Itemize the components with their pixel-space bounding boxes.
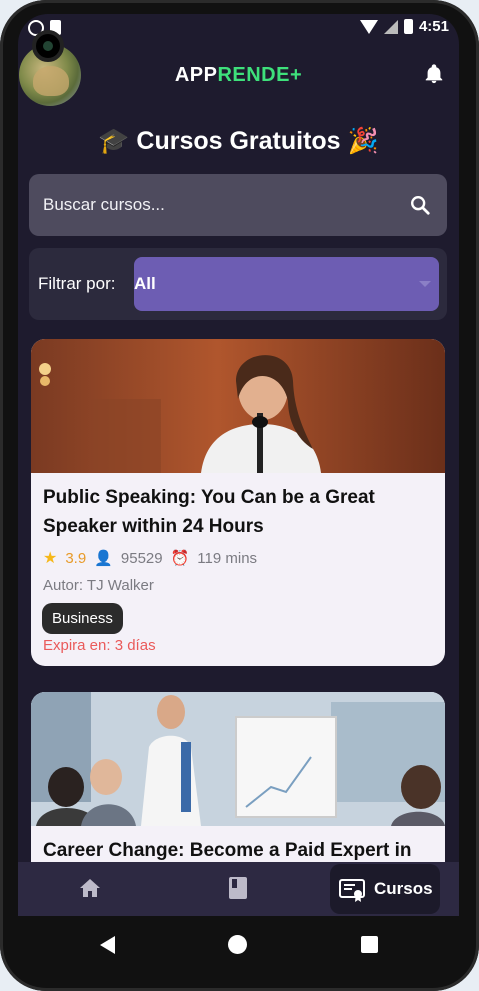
search-bar — [29, 174, 447, 236]
course-card[interactable]: Public Speaking: You Can be a Great Spea… — [31, 339, 445, 666]
course-title: Career Change: Become a Paid Expert in — [43, 840, 412, 861]
filter-dropdown[interactable]: All — [134, 257, 439, 311]
course-students: 95529 — [120, 549, 163, 567]
status-bar: 4:51 — [18, 14, 459, 46]
course-meta: ★ 3.9 👤 95529 ⏰ 119 mins — [43, 548, 257, 568]
star-icon: ★ — [43, 550, 58, 567]
app-brand: APPRENDE+ — [18, 64, 459, 87]
book-icon[interactable] — [228, 876, 248, 900]
course-duration: 119 mins — [197, 549, 258, 567]
app-screen: 4:51 APPRENDE+ 🎓 Cursos Gratuitos 🎉 Filt… — [18, 14, 459, 916]
course-image — [31, 339, 445, 473]
course-rating: 3.9 — [65, 549, 87, 567]
back-icon[interactable] — [100, 936, 115, 954]
chevron-down-icon — [419, 281, 431, 287]
status-time: 4:51 — [418, 18, 449, 35]
search-input[interactable] — [43, 174, 383, 236]
filter-selected-value: All — [134, 274, 156, 293]
category-badge: Business — [42, 603, 123, 634]
front-camera — [32, 30, 64, 62]
user-icon: 👤 — [94, 550, 113, 567]
brand-part-2: RENDE+ — [217, 64, 303, 86]
bell-icon[interactable] — [423, 62, 445, 86]
course-image — [31, 692, 445, 826]
nav-item-cursos[interactable]: Cursos — [330, 864, 440, 914]
recent-apps-icon[interactable] — [361, 936, 378, 953]
home-icon[interactable] — [78, 876, 102, 900]
bottom-nav: Cursos — [18, 862, 459, 916]
status-right: 4:51 — [359, 18, 449, 35]
home-button-icon[interactable] — [228, 935, 247, 954]
wifi-icon — [359, 19, 378, 34]
course-title: Public Speaking: You Can be a Great Spea… — [43, 487, 375, 537]
signal-icon — [383, 19, 398, 34]
page-title: 🎓 Cursos Gratuitos 🎉 — [98, 127, 379, 155]
battery-icon — [403, 19, 413, 34]
course-expiry: Expira en: 3 días — [43, 637, 156, 654]
filter-label: Filtrar por: — [38, 274, 116, 293]
search-icon[interactable] — [409, 194, 431, 216]
brand-part-1: APP — [174, 64, 218, 86]
course-author: Autor: TJ Walker — [43, 577, 154, 594]
filter-bar: Filtrar por: All — [29, 248, 447, 320]
nav-item-label: Cursos — [374, 879, 433, 898]
android-nav-bar — [0, 916, 479, 972]
clock-icon: ⏰ — [170, 550, 190, 567]
certificate-icon — [339, 879, 365, 902]
